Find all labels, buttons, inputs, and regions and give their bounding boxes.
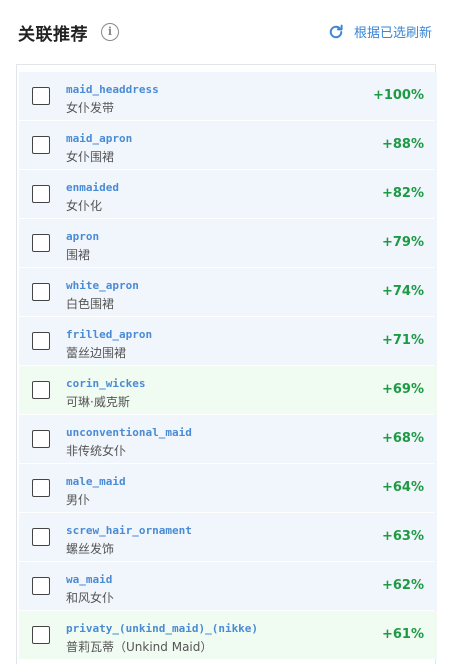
tag-name: privaty_(unkind_maid)_(nikke) — [66, 622, 259, 635]
item-checkbox[interactable] — [32, 528, 50, 546]
list-item[interactable]: frilled_apron 蕾丝边围裙 +71% — [19, 317, 437, 365]
item-checkbox[interactable] — [32, 332, 50, 350]
recommendation-list: maid_headdress 女仆发带 +100% maid_apron 女仆围裙 +88… — [16, 64, 437, 664]
panel-title: 关联推荐 — [18, 25, 88, 45]
item-checkbox[interactable] — [32, 185, 50, 203]
item-checkbox[interactable] — [32, 479, 50, 497]
list-item[interactable]: apron 围裙 +79% — [19, 219, 437, 267]
list-item[interactable]: male_maid 男仆 +64% — [19, 464, 437, 512]
tag-name: maid_headdress — [66, 83, 159, 96]
tag-name: maid_apron — [66, 132, 133, 145]
relevance-score: +69% — [381, 382, 424, 397]
item-checkbox[interactable] — [32, 430, 50, 448]
tag-translation: 和风女仆 — [66, 591, 115, 605]
related-recommendations-panel: 关联推荐 i 根据已选刷新 maid_headdress 女仆发带 +100% mai… — [0, 0, 453, 664]
tag-name: unconventional_maid — [66, 426, 192, 439]
relevance-score: +71% — [381, 333, 424, 348]
tag-translation: 围裙 — [66, 248, 91, 262]
refresh-from-selected-button[interactable]: 根据已选刷新 — [327, 22, 432, 41]
tag-name: apron — [66, 230, 100, 243]
list-item[interactable]: white_apron 白色围裙 +74% — [19, 268, 437, 316]
list-item[interactable]: unconventional_maid 非传统女仆 +68% — [19, 415, 437, 463]
tag-translation: 普莉瓦蒂（Unkind Maid） — [66, 640, 213, 654]
tag-name: wa_maid — [66, 573, 113, 586]
refresh-icon — [329, 24, 343, 38]
relevance-score: +82% — [381, 186, 424, 201]
tag-translation: 女仆围裙 — [66, 150, 115, 164]
relevance-score: +88% — [381, 137, 424, 152]
panel-header: 关联推荐 i 根据已选刷新 — [0, 0, 453, 64]
list-item[interactable]: privaty_(unkind_maid)_(nikke) 普莉瓦蒂（Unkind… — [19, 611, 437, 659]
list-item[interactable]: maid_headdress 女仆发带 +100% — [19, 72, 437, 120]
tag-translation: 非传统女仆 — [66, 444, 127, 458]
tag-name: enmaided — [66, 181, 119, 194]
relevance-score: +62% — [381, 578, 424, 593]
tag-name: corin_wickes — [66, 377, 146, 390]
item-checkbox[interactable] — [32, 234, 50, 252]
list-item[interactable]: screw_hair_ornament 螺丝发饰 +63% — [19, 513, 437, 561]
tag-translation: 女仆发带 — [66, 101, 115, 115]
tag-translation: 白色围裙 — [66, 297, 115, 311]
tag-name: frilled_apron — [66, 328, 153, 341]
item-checkbox[interactable] — [32, 87, 50, 105]
relevance-score: +61% — [381, 627, 424, 642]
item-checkbox[interactable] — [32, 626, 50, 644]
list-item[interactable]: enmaided 女仆化 +82% — [19, 170, 437, 218]
item-checkbox[interactable] — [32, 577, 50, 595]
tag-translation: 可琳·威克斯 — [66, 395, 130, 409]
relevance-score: +64% — [381, 480, 424, 495]
tag-name: white_apron — [66, 279, 139, 292]
relevance-score: +79% — [381, 235, 424, 250]
refresh-button-label: 根据已选刷新 — [353, 26, 432, 41]
relevance-score: +74% — [381, 284, 424, 299]
item-checkbox[interactable] — [32, 136, 50, 154]
tag-name: male_maid — [66, 475, 126, 488]
item-checkbox[interactable] — [32, 381, 50, 399]
tag-translation: 蕾丝边围裙 — [66, 346, 127, 360]
relevance-score: +68% — [381, 431, 424, 446]
tag-name: screw_hair_ornament — [66, 524, 192, 537]
relevance-score: +100% — [372, 88, 424, 103]
list-item[interactable]: wa_maid 和风女仆 +62% — [19, 562, 437, 610]
list-item[interactable]: corin_wickes 可琳·威克斯 +69% — [19, 366, 437, 414]
info-icon[interactable]: i — [101, 23, 119, 41]
tag-translation: 女仆化 — [66, 199, 103, 213]
tag-translation: 男仆 — [66, 493, 91, 507]
list-item[interactable]: maid_apron 女仆围裙 +88% — [19, 121, 437, 169]
item-checkbox[interactable] — [32, 283, 50, 301]
relevance-score: +63% — [381, 529, 424, 544]
tag-translation: 螺丝发饰 — [66, 542, 115, 556]
